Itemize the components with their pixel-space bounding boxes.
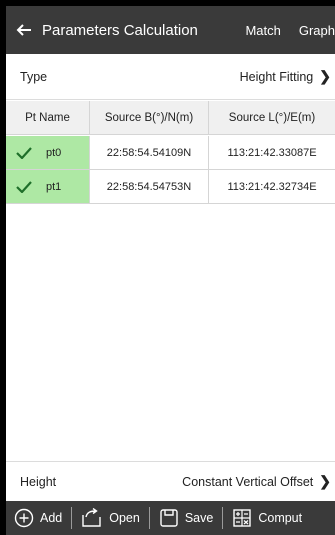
source-l-cell: 113:21:42.32734E — [227, 180, 317, 193]
title-bar: Parameters Calculation Match Graph — [6, 6, 335, 54]
pt-name-cell[interactable]: pt0 — [6, 136, 90, 169]
screen: Parameters Calculation Match Graph Type … — [6, 6, 335, 535]
add-button[interactable]: Add — [14, 508, 62, 528]
back-arrow-icon[interactable] — [14, 20, 34, 40]
toolbar-divider — [222, 507, 224, 529]
source-l-cell: 113:21:42.33087E — [227, 146, 317, 159]
type-selector-row[interactable]: Type Height Fitting ❯ — [6, 54, 335, 100]
toolbar-divider — [71, 507, 73, 529]
table-header: Pt Name Source B(°)/N(m) Source L(°)/E(m… — [6, 101, 335, 135]
add-label: Add — [40, 511, 63, 525]
pt-name-cell[interactable]: pt1 — [6, 170, 90, 203]
toolbar-divider — [148, 507, 150, 529]
calculator-icon — [232, 508, 252, 528]
open-folder-icon — [81, 508, 103, 528]
source-b-cell: 22:58:54.54753N — [90, 170, 209, 203]
chevron-right-icon: ❯ — [319, 473, 331, 489]
save-button[interactable]: Save — [159, 508, 214, 528]
chevron-right-icon: ❯ — [319, 68, 331, 84]
checkmark-icon[interactable] — [16, 180, 32, 193]
pt-name: pt0 — [46, 146, 62, 159]
type-label: Type — [20, 69, 48, 84]
table-row[interactable]: pt1 22:58:54.54753N 113:21:42.32734E — [6, 170, 335, 204]
type-value-group: Height Fitting ❯ — [240, 68, 335, 85]
page-title: Parameters Calculation — [42, 21, 198, 39]
pt-name: pt1 — [46, 180, 62, 193]
compute-button[interactable]: Comput — [232, 508, 302, 528]
match-button[interactable]: Match — [245, 23, 280, 38]
table-row[interactable]: pt0 22:58:54.54109N 113:21:42.33087E — [6, 136, 335, 170]
column-header-pt-name: Pt Name — [6, 101, 90, 134]
compute-label: Comput — [258, 511, 303, 525]
height-label: Height — [20, 474, 57, 489]
bottom-toolbar: Add Open Save Comput — [6, 501, 335, 535]
column-header-source-b: Source B(°)/N(m) — [90, 101, 209, 134]
source-b-cell: 22:58:54.54109N — [90, 136, 209, 169]
column-header-source-l: Source L(°)/E(m) — [228, 111, 316, 124]
height-selector-row[interactable]: Height Constant Vertical Offset ❯ — [6, 461, 335, 501]
height-value: Constant Vertical Offset — [182, 474, 314, 489]
plus-circle-icon — [14, 508, 34, 528]
height-value-group: Constant Vertical Offset ❯ — [182, 473, 335, 490]
open-button[interactable]: Open — [81, 508, 140, 528]
open-label: Open — [109, 511, 140, 525]
graph-button[interactable]: Graph — [299, 23, 335, 38]
type-value: Height Fitting — [239, 69, 314, 84]
save-label: Save — [184, 511, 214, 525]
title-actions: Match Graph — [227, 6, 335, 54]
checkmark-icon[interactable] — [16, 146, 32, 159]
save-icon — [159, 508, 179, 528]
